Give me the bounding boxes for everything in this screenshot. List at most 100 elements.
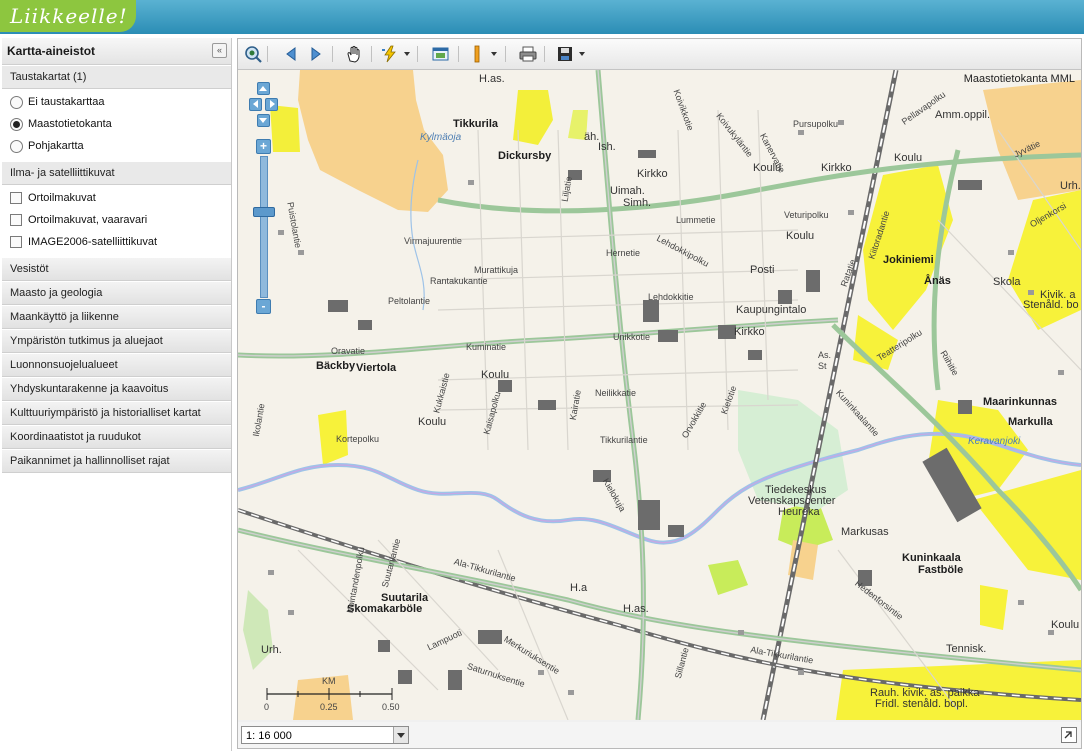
toolbar-separator — [371, 46, 372, 62]
section-yhdyskuntarakenne[interactable]: Yhdyskuntarakenne ja kaavoitus — [2, 377, 231, 401]
place-label: Skola — [993, 276, 1021, 288]
place-label: Maarinkunnas — [983, 396, 1057, 408]
place-label: Kirkko — [734, 326, 765, 338]
map-panel: Tikkurila Dickursby Jokiniemi Ånäs Bäckb… — [237, 38, 1082, 749]
map-statusbar: 1: 16 000 — [238, 722, 1081, 748]
chevron-down-icon[interactable] — [579, 52, 585, 56]
scalebar-tick: 0.50 — [382, 702, 400, 712]
scale-select-value: 1: 16 000 — [246, 730, 292, 742]
zoom-out-button[interactable]: - — [256, 299, 271, 314]
water-label: Kylmäoja — [420, 132, 462, 143]
place-label: Tennisk. — [946, 643, 987, 655]
map-canvas[interactable]: Tikkurila Dickursby Jokiniemi Ånäs Bäckb… — [238, 70, 1081, 720]
toolbar-separator — [458, 46, 459, 62]
section-ymparisto[interactable]: Ympäristön tutkimus ja aluejaot — [2, 329, 231, 353]
save-disk-icon[interactable] — [555, 44, 575, 64]
toolbar-separator — [544, 46, 545, 62]
place-label: Koulu — [418, 416, 447, 428]
option-ei-taustakarttaa[interactable]: Ei taustakarttaa — [2, 91, 231, 113]
place-label: Simh. — [623, 197, 652, 209]
place-label: Urh. — [261, 644, 282, 656]
double-chevron-left-icon[interactable]: « — [212, 43, 227, 58]
checkbox[interactable] — [10, 214, 22, 226]
street-label: Kortepolku — [336, 434, 380, 444]
street-label: Peltolantie — [388, 296, 431, 306]
section-luonnonsuojelu[interactable]: Luonnonsuojelualueet — [2, 353, 231, 377]
checkbox-group-ilmakuvat: Ortoilmakuvat Ortoilmakuvat, vaaravari I… — [2, 185, 231, 257]
place-label: Koulu — [481, 369, 510, 381]
option-image2006[interactable]: IMAGE2006-satelliittikuvat — [2, 231, 231, 253]
checkbox[interactable] — [10, 236, 22, 248]
checkbox[interactable] — [10, 192, 22, 204]
street-label: Veturipolku — [784, 210, 829, 220]
radio-button[interactable] — [10, 139, 23, 153]
option-label: Ortoilmakuvat, vaaravari — [28, 214, 148, 226]
pan-left-icon[interactable] — [249, 98, 262, 111]
option-label: IMAGE2006-satelliittikuvat — [28, 236, 157, 248]
place-label: Kuninkaala — [902, 552, 961, 564]
pan-up-icon[interactable] — [257, 82, 270, 95]
option-ortoilmakuvat[interactable]: Ortoilmakuvat — [2, 187, 231, 209]
scale-select[interactable]: 1: 16 000 — [241, 726, 409, 744]
place-label: Koulu — [894, 152, 923, 164]
option-label: Maastotietokanta — [28, 118, 112, 130]
zoom-in-button[interactable]: + — [256, 139, 271, 154]
radio-button-selected[interactable] — [10, 117, 23, 131]
chevron-down-icon[interactable] — [404, 52, 410, 56]
place-label: Kirkko — [637, 168, 668, 180]
section-taustakartat[interactable]: Taustakartat (1) — [2, 65, 231, 89]
section-ilma-satelliitti[interactable]: Ilma- ja satelliittikuvat — [2, 161, 231, 185]
toolbar-separator — [505, 46, 506, 62]
back-arrow-icon[interactable] — [281, 44, 301, 64]
place-label: H.as. — [479, 73, 505, 85]
option-label: Pohjakartta — [28, 140, 84, 152]
scalebar-unit: KM — [322, 676, 336, 686]
pan-hand-icon[interactable] — [344, 44, 364, 64]
option-label: Ei taustakarttaa — [28, 96, 105, 108]
street-label: Lummetie — [676, 215, 716, 225]
section-kulttuuriymparisto[interactable]: Kulttuuriympäristö ja historialliset kar… — [2, 401, 231, 425]
place-label: Heureka — [778, 506, 820, 518]
toolbar-separator — [417, 46, 418, 62]
overview-map-icon[interactable] — [1061, 727, 1077, 743]
place-label: Kirkko — [821, 162, 852, 174]
radio-button[interactable] — [10, 95, 23, 109]
place-label: Markusas — [841, 526, 889, 538]
place-label: Amm.oppil. — [935, 109, 991, 121]
logo: Liikkeelle! — [0, 0, 136, 32]
street-label: Pursupolku — [793, 119, 839, 129]
street-label: Tikkurilantie — [600, 435, 648, 445]
option-pohjakartta[interactable]: Pohjakartta — [2, 135, 231, 157]
place-label: Markulla — [1008, 416, 1053, 428]
zoom-slider-handle[interactable] — [253, 207, 275, 217]
place-label: Uimah. — [610, 185, 645, 197]
chevron-down-icon[interactable] — [491, 52, 497, 56]
scalebar: KM 0 0.25 0.50 — [264, 676, 400, 716]
place-label: Bäckby — [316, 360, 356, 372]
section-maankaytto[interactable]: Maankäyttö ja liikenne — [2, 305, 231, 329]
street-label: Hernetie — [606, 248, 641, 258]
street-label: Oravatie — [331, 346, 366, 356]
forward-arrow-icon[interactable] — [306, 44, 326, 64]
zoom-slider-track[interactable] — [260, 156, 268, 298]
section-koordinaatistot[interactable]: Koordinaatistot ja ruudukot — [2, 425, 231, 449]
chevron-down-icon[interactable] — [393, 727, 408, 743]
option-ortoilmakuvat-vaaravari[interactable]: Ortoilmakuvat, vaaravari — [2, 209, 231, 231]
app-header: Liikkeelle! — [0, 0, 1084, 34]
place-label: Viertola — [356, 362, 397, 374]
section-vesistot[interactable]: Vesistöt — [2, 257, 231, 281]
info-lightning-icon[interactable] — [380, 44, 400, 64]
section-paikannimet[interactable]: Paikannimet ja hallinnolliset rajat — [2, 449, 231, 473]
zoom-extent-icon[interactable] — [243, 44, 263, 64]
option-maastotietokanta[interactable]: Maastotietokanta — [2, 113, 231, 135]
measure-ruler-icon[interactable] — [467, 44, 487, 64]
place-label: Koulu — [786, 230, 815, 242]
section-maasto-geologia[interactable]: Maasto ja geologia — [2, 281, 231, 305]
map-toolbar — [238, 39, 1081, 70]
print-icon[interactable] — [518, 44, 538, 64]
layer-add-icon[interactable] — [431, 44, 451, 64]
pan-down-icon[interactable] — [257, 114, 270, 127]
sidebar-title: Kartta-aineistot — [7, 44, 96, 58]
radio-group-taustakartat: Ei taustakarttaa Maastotietokanta Pohjak… — [2, 89, 231, 161]
pan-right-icon[interactable] — [265, 98, 278, 111]
